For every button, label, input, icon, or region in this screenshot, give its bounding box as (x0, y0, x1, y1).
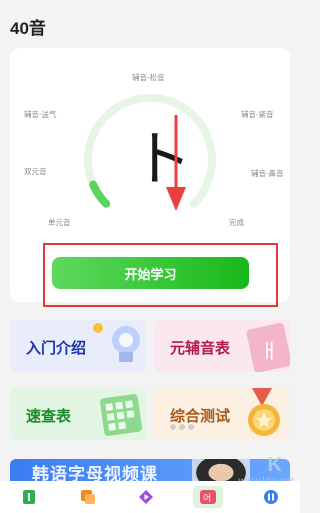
hangul-icon: ㅐ (246, 323, 290, 372)
bottom-tab-bar: 어 (0, 481, 300, 513)
watermark-logo: K (267, 454, 282, 476)
tab-video[interactable] (135, 486, 157, 508)
tile-alphabet-label: 元辅音表 (170, 340, 231, 357)
tile-quick-reference-label: 速查表 (26, 408, 72, 425)
tile-comprehensive-test[interactable]: 综合测试 (154, 388, 290, 440)
stage-label-mid-left: 双元音 (24, 167, 47, 176)
tile-quick-reference[interactable]: 速查表 (10, 388, 146, 440)
svg-text:어: 어 (203, 493, 211, 504)
medal-icon (248, 388, 280, 436)
stage-label-top: 辅音-松音 (132, 73, 165, 82)
stage-label-upper-left: 辅音-送气 (24, 110, 57, 119)
pause-icon (263, 490, 278, 504)
cards-icon (80, 490, 95, 504)
tab-alphabet[interactable]: 어 (193, 486, 224, 508)
stage-label-lower-right: 完成 (229, 218, 244, 227)
korean-letter-icon: 어 (200, 490, 217, 504)
tab-course[interactable] (18, 486, 40, 508)
calendar-grid-icon (100, 394, 142, 436)
book-icon (23, 490, 36, 504)
play-icon (138, 490, 153, 504)
tab-cards[interactable] (77, 486, 99, 508)
stage-label-mid-right: 辅音-鼻音 (251, 169, 284, 178)
svg-text:ㅐ: ㅐ (260, 339, 278, 363)
gauge-fill (89, 180, 111, 208)
tile-alphabet[interactable]: 元辅音表 ㅐ (154, 320, 290, 372)
lightbulb-icon (93, 323, 140, 362)
page-title: 40音 (10, 19, 46, 38)
tile-comprehensive-test-label: 综合测试 (170, 408, 231, 425)
tile-intro-label: 入门介绍 (26, 340, 87, 357)
rating-dots (170, 424, 194, 430)
highlight-annotation (43, 243, 278, 307)
arrow-annotation (166, 115, 186, 211)
stage-label-lower-left: 单元音 (48, 218, 71, 227)
tab-profile[interactable] (260, 486, 282, 508)
stage-label-upper-right: 辅音-紧音 (241, 110, 274, 119)
tile-intro[interactable]: 入门介绍 (10, 320, 146, 372)
